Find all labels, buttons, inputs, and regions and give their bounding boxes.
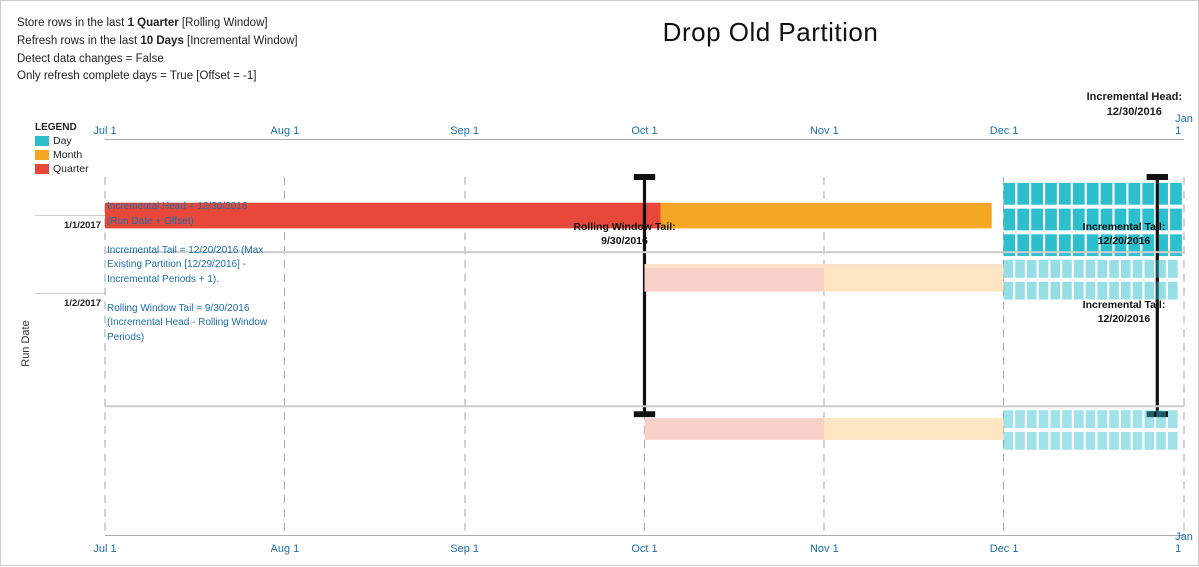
axis-nov1: Nov 1 — [810, 125, 839, 137]
top-axis: Jul 1 Aug 1 Sep 1 Oct 1 Nov 1 Dec 1 Jan … — [105, 118, 1184, 140]
day-tiles-run2 — [1003, 410, 1177, 450]
top-axis-area: LEGEND Day Month Quarter — [35, 118, 1184, 177]
page-title: Drop Old Partition — [357, 15, 1184, 48]
legend-item-month: Month — [35, 149, 105, 161]
y-axis-label: Run Date — [17, 90, 35, 557]
run-date-2-label: 1/2/2017 — [35, 293, 105, 358]
incremental-tail-run2-annotation: Incremental Tail:12/20/2016 — [1074, 299, 1174, 326]
axis-oct1: Oct 1 — [631, 125, 657, 137]
info-panel: Incremental Head = 12/30/2016(Run Date +… — [107, 200, 267, 345]
axis-jul1: Jul 1 — [93, 125, 116, 137]
axis-jan1: Jan 1 — [1175, 113, 1193, 137]
chart-inner: Incremental Head:12/30/2016 LEGEND Day M… — [35, 90, 1184, 557]
legend-color-quarter — [35, 164, 49, 174]
incremental-tail-run1-annotation: Incremental Tail:12/20/2016 — [1074, 221, 1174, 248]
chart-rows-left: 1/1/2017 1/2/2017 — [35, 177, 105, 535]
axis-labels: Jul 1 Aug 1 Sep 1 Oct 1 Nov 1 Dec 1 Jan … — [105, 118, 1184, 140]
month-bar-top — [661, 203, 992, 229]
axis-dec1: Dec 1 — [990, 125, 1019, 137]
info-line4: Only refresh complete days = True [Offse… — [17, 68, 357, 86]
bottom-jul1: Jul 1 — [93, 543, 116, 555]
bottom-nov1: Nov 1 — [810, 543, 839, 555]
bottom-sep1: Sep 1 — [450, 543, 479, 555]
legend-label-month: Month — [53, 149, 82, 161]
info-block: Store rows in the last 1 Quarter [Rollin… — [17, 15, 357, 86]
top-row: Store rows in the last 1 Quarter [Rollin… — [17, 15, 1184, 86]
bottom-jan1: Jan 1 — [1175, 531, 1193, 555]
axis-sep1: Sep 1 — [450, 125, 479, 137]
run-date-1-label: 1/1/2017 — [35, 215, 105, 293]
bottom-axis: Jul 1 Aug 1 Sep 1 Oct 1 Nov 1 Dec 1 Jan … — [105, 535, 1184, 557]
bottom-aug1: Aug 1 — [270, 543, 299, 555]
legend-color-month — [35, 150, 49, 160]
bottom-axis-row: Jul 1 Aug 1 Sep 1 Oct 1 Nov 1 Dec 1 Jan … — [35, 535, 1184, 557]
legend-label-day: Day — [53, 135, 72, 147]
bottom-dec1: Dec 1 — [990, 543, 1019, 555]
legend-item-quarter: Quarter — [35, 163, 105, 175]
main-container: Store rows in the last 1 Quarter [Rollin… — [1, 1, 1199, 567]
info-panel-line3: Rolling Window Tail = 9/30/2016(Incremen… — [107, 302, 267, 346]
rolling-window-tail-annotation: Rolling Window Tail:9/30/2016 — [573, 221, 675, 248]
info-panel-line1: Incremental Head = 12/30/2016(Run Date +… — [107, 200, 267, 229]
bottom-oct1: Oct 1 — [631, 543, 657, 555]
info-line1: Store rows in the last 1 Quarter [Rollin… — [17, 15, 357, 33]
day-tiles-run1 — [1003, 260, 1177, 300]
axis-aug1: Aug 1 — [270, 125, 299, 137]
top-bar-spacer — [35, 177, 105, 215]
info-line2: Refresh rows in the last 10 Days [Increm… — [17, 33, 357, 51]
info-line3: Detect data changes = False — [17, 51, 357, 69]
chart-wrapper: Run Date Incremental Head:12/30/2016 LEG… — [17, 90, 1184, 557]
legend-color-day — [35, 136, 49, 146]
legend-label-quarter: Quarter — [53, 163, 89, 175]
incremental-head-label: Incremental Head:12/30/2016 — [1087, 90, 1182, 119]
info-panel-line2: Incremental Tail = 12/20/2016 (MaxExisti… — [107, 244, 267, 288]
